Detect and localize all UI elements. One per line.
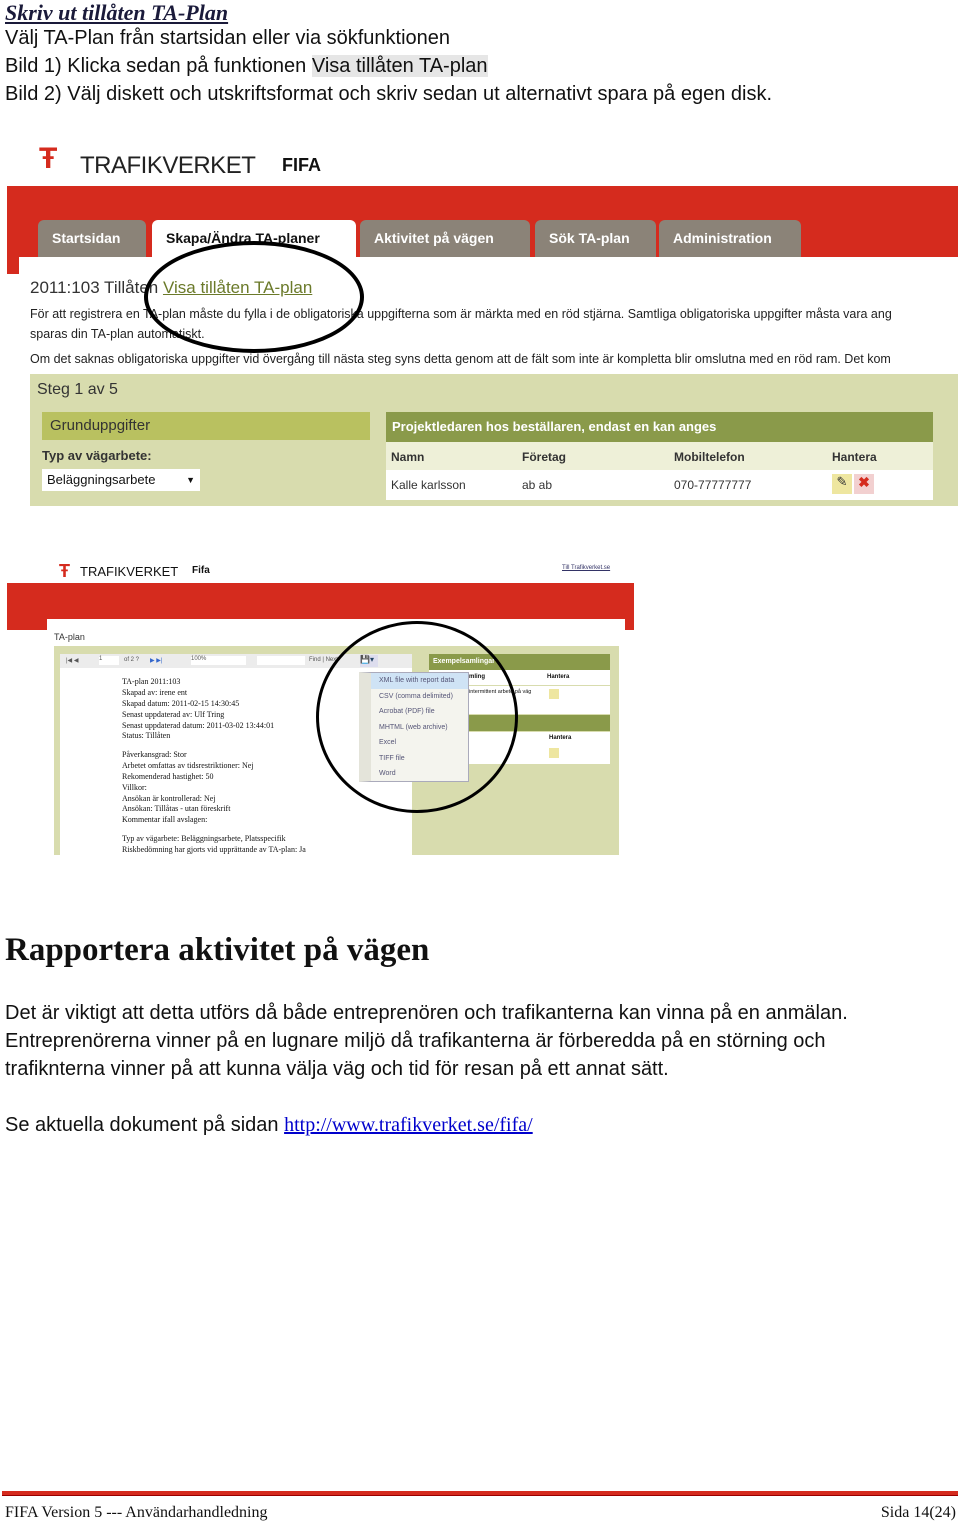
highlight-circle [144, 241, 364, 353]
type-select[interactable]: Beläggningsarbete ▼ [42, 469, 200, 491]
report-line: Påverkansgrad: Stor [122, 750, 187, 759]
report-line: Ansökan är kontrollerad: Nej [122, 794, 216, 803]
section-heading: Rapportera aktivitet på vägen [5, 932, 430, 968]
report-line: Status: Tillåten [122, 731, 171, 740]
report-line: Arbetet omfattas av tidsrestriktioner: N… [122, 761, 254, 770]
next-page-icon[interactable]: ▶ ▶| [150, 657, 162, 664]
section-title: Skriv ut tillåten TA-Plan [5, 0, 229, 25]
report-line: TA-plan 2011:103 [122, 677, 181, 686]
screenshot-create-ta-plan: Ŧ TRAFIKVERKET FIFA Startsidan Skapa/Änd… [7, 138, 958, 506]
highlighted-function: Visa tillåten TA-plan [311, 55, 488, 77]
report-line: Skapad av: irene ent [122, 688, 188, 697]
app-name: FIFA [282, 155, 321, 175]
trafikverket-link[interactable]: Till Trafikverket.se [562, 565, 610, 571]
report-line: Skapad datum: 2011-02-15 14:30:45 [122, 699, 240, 708]
type-value: Beläggningsarbete [47, 472, 156, 487]
edit-pencil-icon[interactable] [549, 748, 559, 758]
grunduppgifter-header: Grunduppgifter [42, 412, 370, 440]
link-line: Se aktuella dokument på sidan http://www… [5, 1114, 533, 1137]
project-leader-header: Projektledaren hos beställaren, endast e… [386, 412, 933, 442]
zoom-select[interactable]: 100% [191, 656, 246, 665]
table-header-row: Namn Företag Mobiltelefon Hantera [386, 442, 933, 470]
edit-pencil-icon[interactable] [549, 689, 559, 699]
report-line: Riskbedömning har gjorts vid upprättande… [122, 845, 306, 854]
instruction-line: Bild 1) Klicka sedan på funktionen Visa … [5, 55, 488, 78]
instruction-line: Välj TA-Plan från startsidan eller via s… [5, 27, 451, 49]
page-title: TA-plan [54, 632, 85, 642]
paragraph-line: Det är viktigt att detta utförs då både … [5, 1002, 848, 1024]
find-input[interactable] [257, 656, 305, 665]
report-line: Senast uppdaterad av: Ulf Tring [122, 710, 225, 719]
footer-left: FIFA Version 5 --- Användarhandledning [5, 1504, 268, 1521]
first-page-icon[interactable]: |◀ ◀ [66, 657, 78, 664]
side-col-hantera: Hantera [549, 735, 572, 741]
col-namn: Namn [391, 450, 425, 464]
tab-sok[interactable]: Sök TA-plan [535, 220, 656, 257]
edit-pencil-icon[interactable]: ✎ [832, 474, 852, 494]
logo-text: TRAFIKVERKET [80, 564, 179, 579]
footer-rule [2, 1491, 958, 1496]
tab-aktivitet[interactable]: Aktivitet på vägen [360, 220, 530, 257]
fifa-docs-link[interactable]: http://www.trafikverket.se/fifa/ [284, 1114, 533, 1136]
delete-x-icon[interactable]: ✖ [854, 474, 874, 494]
report-line: Typ av vägarbete: Beläggningsarbete, Pla… [122, 834, 286, 843]
report-line: Ansökan: Tillåtas - utan föreskrift [122, 804, 231, 813]
cell-namn: Kalle karlsson [391, 478, 466, 492]
cell-mobil: 070-77777777 [674, 478, 752, 492]
logo-text: TRAFIKVERKET [80, 152, 256, 179]
instruction-text: Bild 1) Klicka sedan på funktionen [5, 55, 312, 77]
info-text: Om det saknas obligatoriska uppgifter vi… [30, 352, 891, 366]
col-hantera: Hantera [832, 450, 877, 464]
col-mobil: Mobiltelefon [674, 450, 745, 464]
highlight-circle [316, 621, 518, 813]
report-line: Rekomenderad hastighet: 50 [122, 772, 214, 781]
trafikverket-crest-icon: Ŧ [39, 142, 58, 175]
instruction-line: Bild 2) Välj diskett och utskriftsformat… [5, 83, 773, 105]
footer-page: Sida 14(24) [880, 1504, 956, 1521]
link-prefix: Se aktuella dokument på sidan [5, 1114, 285, 1136]
tab-startsidan[interactable]: Startsidan [38, 220, 146, 257]
report-line: Villkor: [122, 783, 147, 792]
page-input[interactable]: 1 [99, 656, 119, 665]
paragraph-line: Entreprenörerna vinner på en lugnare mil… [5, 1030, 826, 1052]
step-label: Steg 1 av 5 [37, 381, 118, 398]
cell-foretag: ab ab [522, 478, 553, 492]
side-col-hantera: Hantera [547, 674, 570, 680]
table-row: Kalle karlsson ab ab 070-77777777 ✎ ✖ [386, 470, 933, 500]
report-line: Senast uppdaterad datum: 2011-03-02 13:4… [122, 721, 275, 730]
paragraph-line: trafiknterna vinner på att kunna välja v… [5, 1058, 669, 1080]
col-foretag: Företag [522, 450, 567, 464]
type-label: Typ av vägarbete: [42, 448, 152, 463]
chevron-down-icon: ▼ [186, 475, 195, 485]
screenshot-ta-plan-report: Ŧ TRAFIKVERKET Fifa Till Trafikverket.se… [7, 555, 634, 855]
tab-administration[interactable]: Administration [659, 220, 801, 257]
page-count: of 2 ? [124, 657, 140, 663]
report-line: Kommentar ifall avslagen: [122, 815, 208, 824]
trafikverket-crest-icon: Ŧ [59, 561, 70, 581]
app-name: Fifa [192, 565, 210, 576]
plan-id: 2011:103 Tillåten [30, 278, 159, 297]
